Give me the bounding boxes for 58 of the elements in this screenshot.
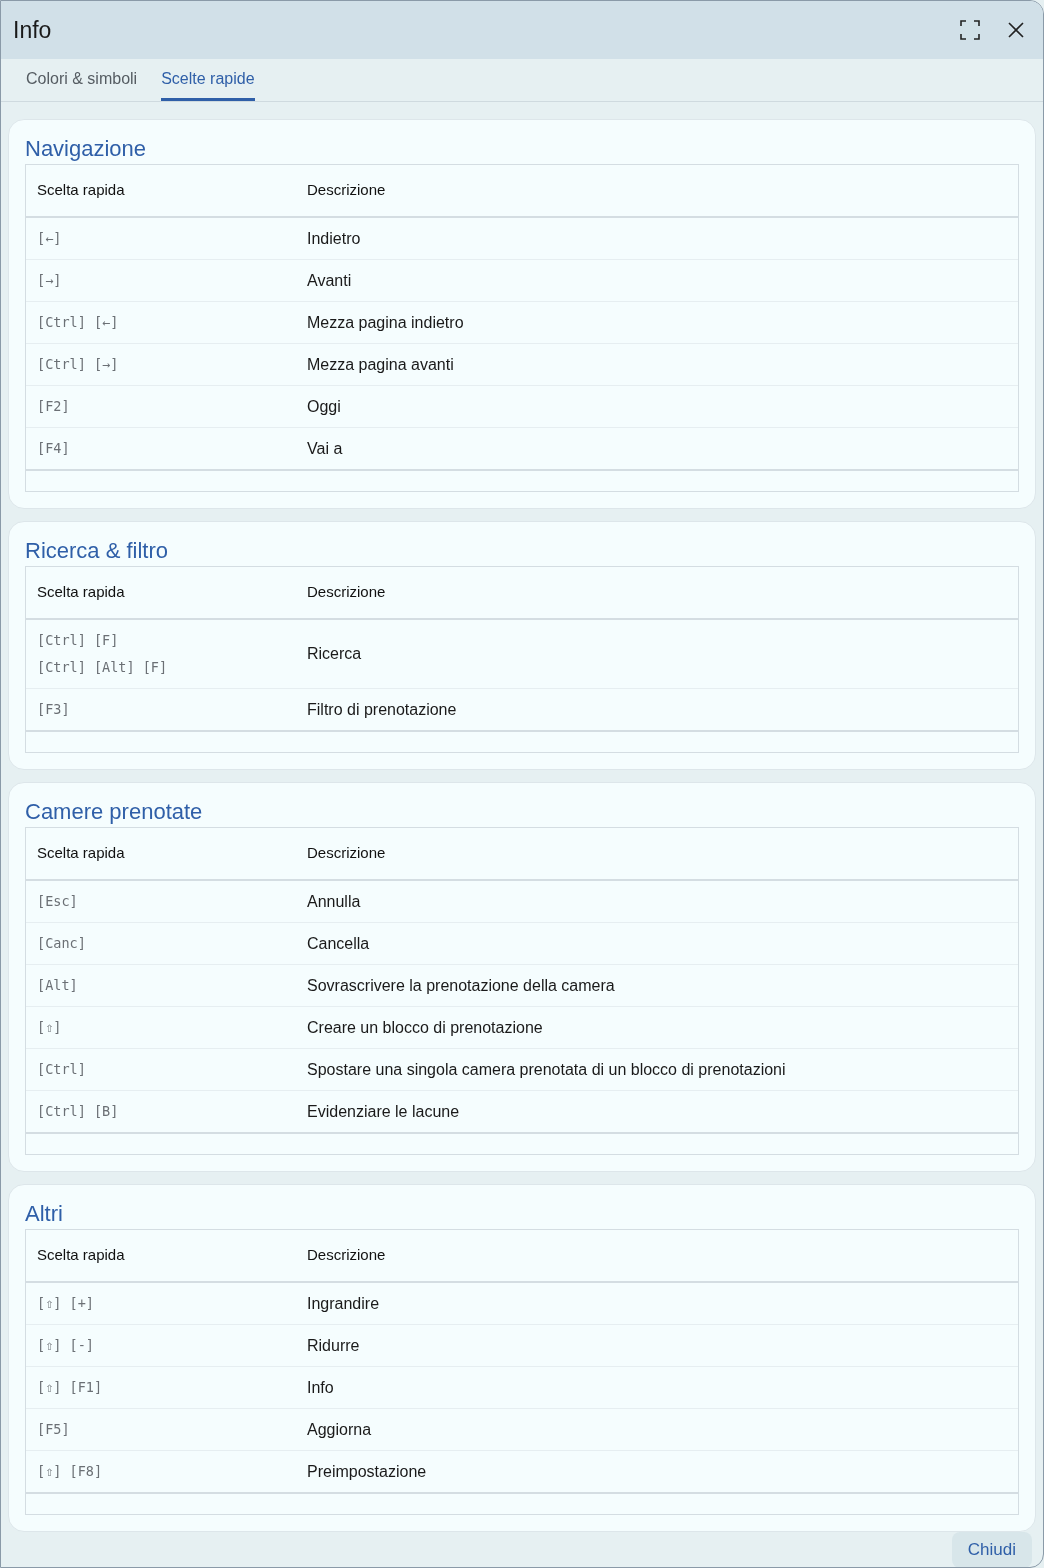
close-button[interactable]: Chiudi <box>951 1532 1032 1567</box>
tab[interactable]: Scelte rapide <box>161 59 255 101</box>
section-title: Camere prenotate <box>25 798 204 826</box>
shortcut-keys: [Ctrl] [B] <box>26 1098 296 1125</box>
shortcut-keys: [Esc] <box>26 888 296 915</box>
shortcut-description: Ricerca <box>306 644 363 664</box>
shortcut-keys: [⇧] [F1] <box>26 1374 296 1401</box>
shortcut-keys: [⇧] <box>26 1014 296 1041</box>
maximize-button[interactable] <box>959 19 981 41</box>
shortcut-keys: [⇧] [-] <box>26 1332 296 1359</box>
shortcut-description: Mezza pagina indietro <box>306 312 465 333</box>
column-header: Scelta rapida <box>36 843 126 864</box>
shortcut-description: Mezza pagina avanti <box>306 354 455 375</box>
shortcut-description: Spostare una singola camera prenotata di un blocco di prenotazioni <box>306 1059 787 1080</box>
section-title: Ricerca & filtro <box>25 537 170 565</box>
shortcut-description: Annulla <box>306 891 362 912</box>
shortcut-keys: [Ctrl] [→] <box>26 351 296 378</box>
shortcut-description: Ridurre <box>306 1335 361 1356</box>
shortcut-keys: [F2] <box>26 393 296 420</box>
shortcut-keys: [→] <box>26 267 296 294</box>
column-header: Descrizione <box>306 1245 387 1266</box>
shortcut-description: Info <box>306 1377 335 1398</box>
shortcut-description: Indietro <box>306 228 362 249</box>
window-title: Info <box>13 15 52 45</box>
tab[interactable]: Colori & simboli <box>26 59 138 101</box>
shortcut-keys: [⇧] [F8] <box>26 1458 296 1485</box>
shortcut-keys: [Ctrl] [Alt] [F] <box>26 654 296 681</box>
shortcut-keys: [Ctrl] <box>26 1056 296 1083</box>
column-header: Descrizione <box>306 180 387 201</box>
shortcut-description: Cancella <box>306 933 371 954</box>
shortcut-keys: [F3] <box>26 696 296 723</box>
shortcut-description: Aggiorna <box>306 1419 373 1440</box>
shortcut-keys: [Canc] <box>26 930 296 957</box>
shortcut-keys: [Ctrl] [←] <box>26 309 296 336</box>
shortcut-description: Evidenziare le lacune <box>306 1101 461 1122</box>
column-header: Scelta rapida <box>36 582 126 603</box>
shortcut-description: Preimpostazione <box>306 1461 428 1482</box>
shortcut-keys: [←] <box>26 225 296 252</box>
shortcut-keys: [Alt] <box>26 972 296 999</box>
maximize-icon <box>960 20 980 40</box>
section-title: Navigazione <box>25 135 148 163</box>
shortcut-description: Creare un blocco di prenotazione <box>306 1017 544 1038</box>
column-header: Descrizione <box>306 843 387 864</box>
shortcut-keys: [F4] <box>26 435 296 462</box>
close-icon <box>1008 22 1024 38</box>
shortcut-description: Filtro di prenotazione <box>306 699 458 720</box>
shortcut-keys: [F5] <box>26 1416 296 1443</box>
column-header: Descrizione <box>306 582 387 603</box>
shortcut-description: Vai a <box>306 438 344 459</box>
shortcut-keys: [Ctrl] [F] <box>26 627 296 654</box>
section-title: Altri <box>25 1200 64 1228</box>
shortcut-description: Oggi <box>306 396 342 417</box>
shortcut-description: Avanti <box>306 270 353 291</box>
column-header: Scelta rapida <box>36 180 126 201</box>
shortcut-description: Sovrascrivere la prenotazione della camera <box>306 975 616 996</box>
shortcut-keys: [⇧] [+] <box>26 1290 296 1317</box>
shortcut-description: Ingrandire <box>306 1293 381 1314</box>
column-header: Scelta rapida <box>36 1245 126 1266</box>
